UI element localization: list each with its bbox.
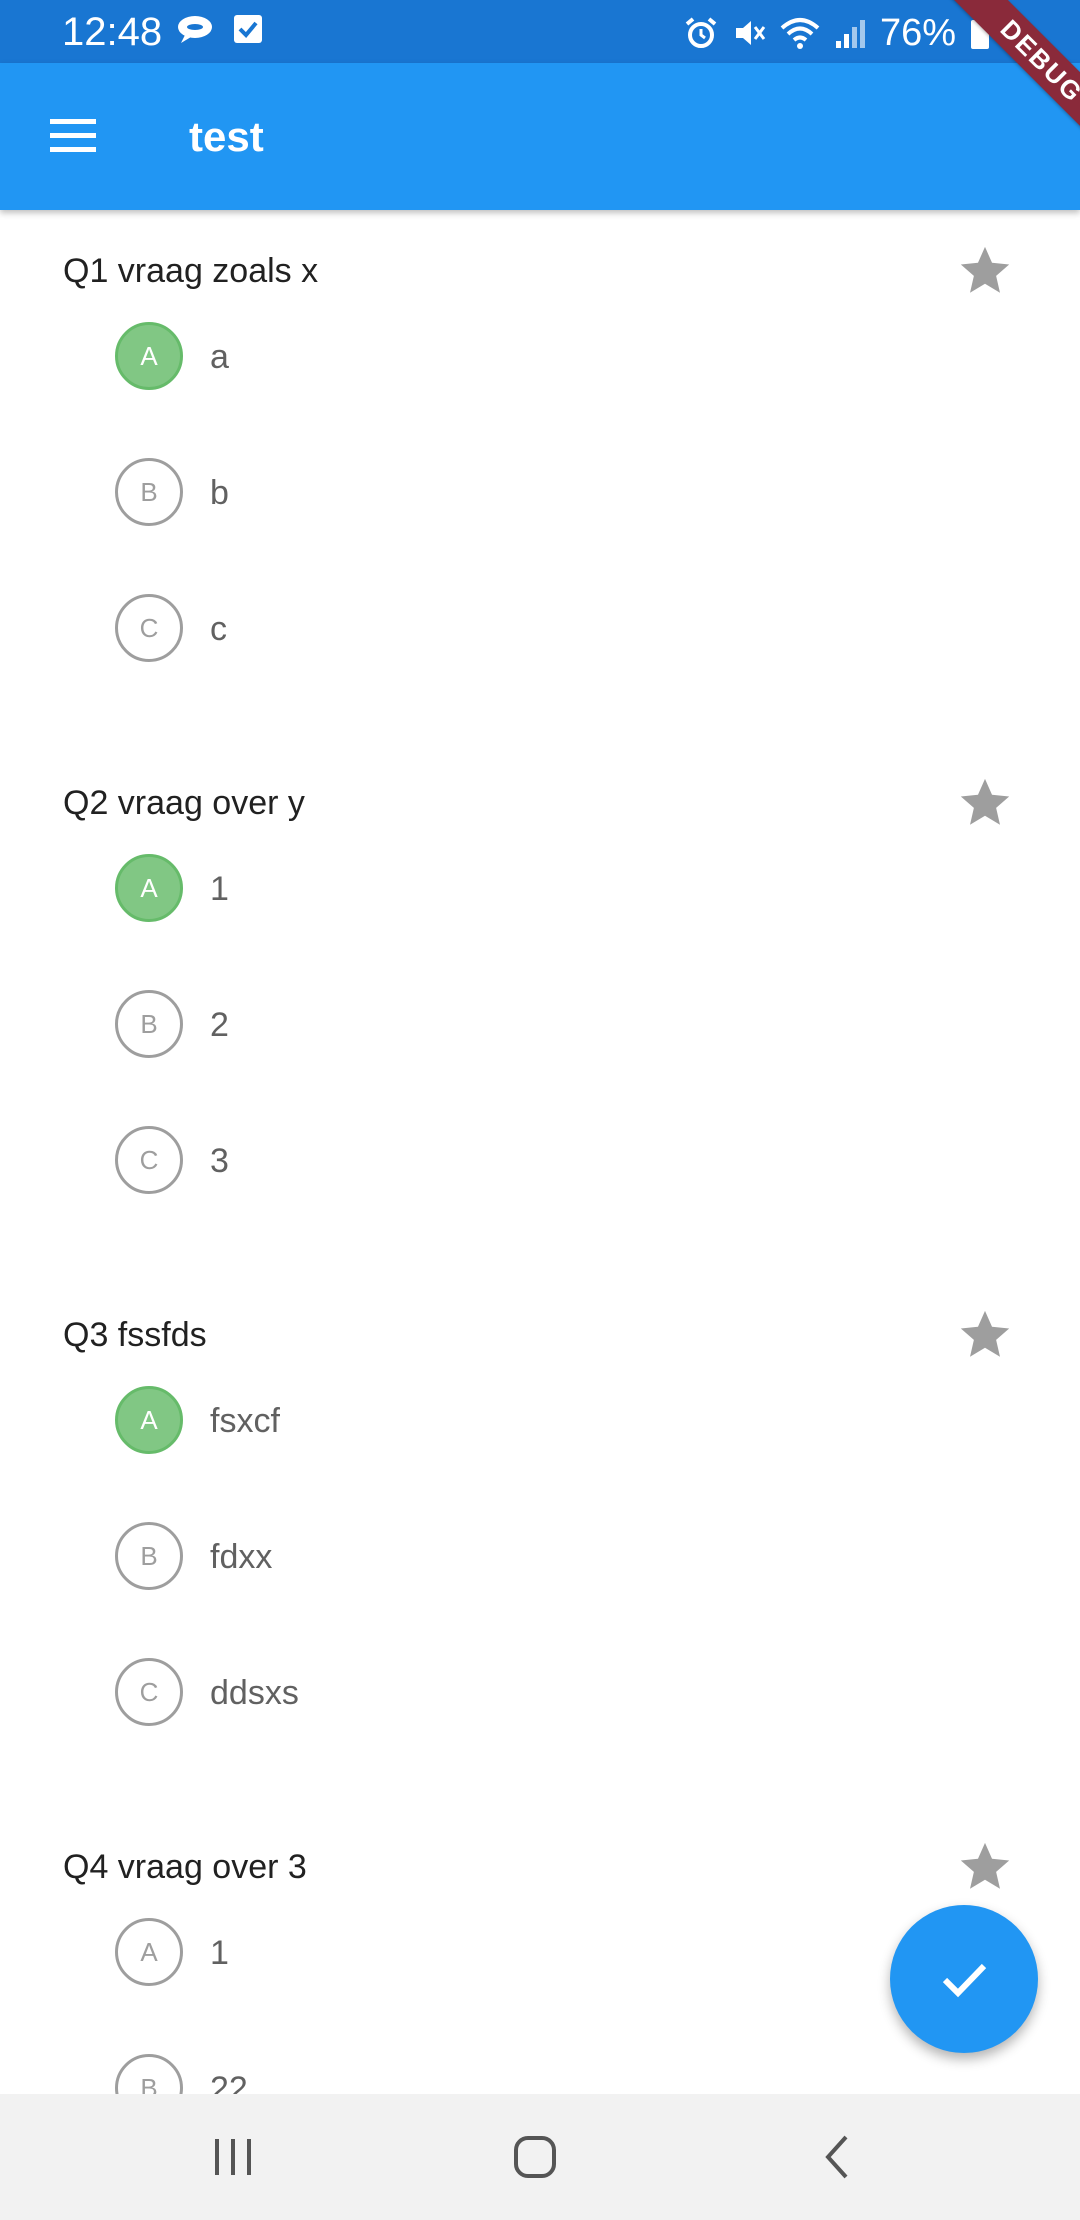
system-nav-bar [0,2094,1080,2220]
signal-icon [835,20,865,48]
menu-button[interactable] [40,103,106,169]
option-letter-badge: C [115,594,183,662]
option-letter-badge: C [115,1658,183,1726]
question-title: Q4 vraag over 3 [63,1848,307,1886]
option-text: fdxx [210,1538,273,1576]
answer-option[interactable]: Cddsxs [0,1658,1080,1806]
question-title: Q2 vraag over y [63,784,305,822]
option-letter-badge: B [115,1522,183,1590]
chat-bubble-icon [178,16,212,43]
submit-fab[interactable] [890,1905,1038,2053]
question-header: Q2 vraag over y [0,742,1080,866]
option-text: 2 [210,1006,229,1044]
answer-option[interactable]: Aa [0,322,1080,470]
battery-percentage: 76% [879,12,956,54]
option-text: 1 [210,870,229,908]
back-button[interactable] [808,2127,868,2187]
answer-option[interactable]: B 22 [0,2054,1080,2094]
question-title: Q3 fssfds [63,1316,207,1354]
favorite-button[interactable] [956,774,1014,832]
mute-icon [735,21,766,45]
star-icon [960,1842,1010,1889]
wifi-icon [780,18,820,49]
question-3: Q3 fssfds Afsxcf Bfdxx Cddsxs [0,1274,1080,1806]
answer-option[interactable]: C3 [0,1126,1080,1274]
option-text: ddsxs [210,1674,299,1712]
favorite-button[interactable] [956,1838,1014,1896]
status-bar: 12:48 76% [0,0,1080,63]
option-letter-badge: A [115,1386,183,1454]
answer-option[interactable]: Bfdxx [0,1522,1080,1670]
option-text: c [210,610,227,648]
option-letter-badge: C [115,1126,183,1194]
star-icon [960,246,1010,293]
app-title: test [189,113,264,160]
alarm-icon [685,17,717,48]
recent-apps-icon [215,2139,251,2175]
star-icon [960,1310,1010,1357]
option-text: a [210,338,229,376]
question-header: Q3 fssfds [0,1274,1080,1398]
question-list: Q1 vraag zoals x Aa Bb Cc Q2 vraag over yA1B… [0,210,1080,2094]
option-text: fsxcf [210,1402,280,1440]
home-icon [514,2136,556,2178]
option-letter-badge: A [115,1918,183,1986]
question-header: Q4 vraag over 3 [0,1806,1080,1930]
option-text: b [210,474,229,512]
question-2: Q2 vraag over yA1B2C3 [0,742,1080,1274]
checkbox-icon [234,15,262,43]
answer-option[interactable]: Afsxcf [0,1386,1080,1534]
option-text: 3 [210,1142,229,1180]
question-title: Q1 vraag zoals x [63,252,319,290]
option-letter-badge: A [115,322,183,390]
menu-icon [50,119,96,152]
option-letter-badge: A [115,854,183,922]
status-notification-icons [175,13,263,45]
recent-apps-button[interactable] [203,2127,263,2187]
answer-option[interactable]: A1 [0,854,1080,1002]
option-letter-badge: B [115,990,183,1058]
check-icon [942,1963,987,1998]
answer-option[interactable]: B2 [0,990,1080,1138]
option-text: 1 [210,1934,229,1972]
back-icon [825,2135,848,2179]
option-text: 22 [210,2070,248,2094]
home-button[interactable] [505,2127,565,2187]
favorite-button[interactable] [956,1306,1014,1364]
answer-option[interactable]: Bb [0,458,1080,606]
status-time: 12:48 [62,10,163,54]
question-header: Q1 vraag zoals x [0,210,1080,334]
option-letter-badge: B [115,458,183,526]
star-icon [960,778,1010,825]
status-system-icons: 76% [684,11,990,55]
question-1: Q1 vraag zoals xAaBbCc [0,210,1080,742]
favorite-button[interactable] [956,242,1014,300]
answer-option[interactable]: Cc [0,594,1080,742]
app-bar: test [0,63,1080,210]
